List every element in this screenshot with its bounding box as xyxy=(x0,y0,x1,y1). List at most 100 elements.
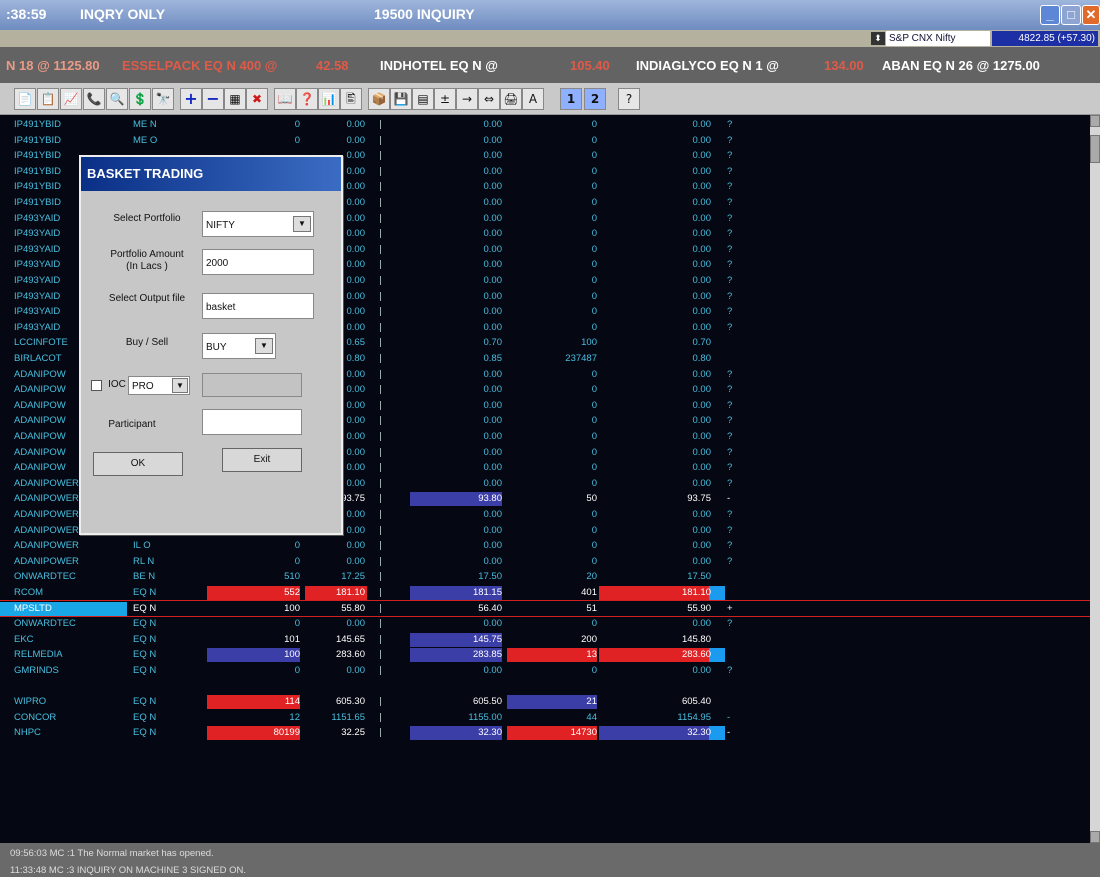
cell-ltp: 0.00 xyxy=(692,555,712,567)
ioc-checkbox[interactable] xyxy=(91,380,102,391)
column-separator xyxy=(380,369,381,379)
minimize-button[interactable]: _ xyxy=(1040,5,1060,25)
chevron-down-icon[interactable]: ▼ xyxy=(172,378,188,393)
cell-ltp: 0.00 xyxy=(692,228,712,240)
save-icon[interactable]: 💾 xyxy=(390,88,412,110)
cell-name: IP493YAID xyxy=(14,259,61,271)
scroll-down-button[interactable] xyxy=(1090,831,1100,843)
print-icon[interactable]: 🖨 xyxy=(500,88,522,110)
cell-ltp: 145.80 xyxy=(681,633,711,645)
mode-label: INQRY ONLY xyxy=(80,6,166,22)
cell-sq: 0 xyxy=(591,321,597,333)
participant-input[interactable] xyxy=(202,409,302,435)
index-spinner-icon[interactable]: ⬍ xyxy=(871,32,885,45)
table-row[interactable]: CONCOR EQ N 12 1151.65 1155.00 44 1154.95 - xyxy=(0,710,1090,725)
column-separator xyxy=(380,120,381,129)
cell-highlight xyxy=(709,586,725,600)
chevron-down-icon[interactable]: ▼ xyxy=(255,338,273,354)
sell-icon[interactable]: − xyxy=(202,88,224,110)
cell-name: ADANIPOW xyxy=(14,399,66,411)
cell-sp: 0.00 xyxy=(483,368,503,380)
book-icon[interactable]: 📖 xyxy=(274,88,296,110)
help-query-icon[interactable]: ❓ xyxy=(296,88,318,110)
cell-ltp: 0.00 xyxy=(692,134,712,146)
close-button[interactable]: ✕ xyxy=(1082,5,1100,25)
cell-name: WIPRO xyxy=(14,696,47,708)
column-separator xyxy=(380,416,381,426)
cell-sp: 56.40 xyxy=(478,602,502,614)
chart-icon[interactable]: 📈 xyxy=(60,88,82,110)
cell-sp: 0.00 xyxy=(483,321,503,333)
column-separator xyxy=(380,525,381,535)
buy-icon[interactable]: + xyxy=(180,88,202,110)
help-icon[interactable]: ? xyxy=(618,88,640,110)
maximize-button[interactable]: □ xyxy=(1061,5,1081,25)
cell-qty: 80199 xyxy=(273,727,300,739)
table-row[interactable]: ADANIPOWER IL O 0 0.00 0.00 0 0.00? xyxy=(0,538,1090,553)
table-row[interactable]: IP491YBID ME N 0 0.00 0.00 0 0.00? xyxy=(0,117,1090,132)
table-row[interactable]: ONWARDTEC BE N 510 17.25 17.50 20 17.50 xyxy=(0,569,1090,584)
cell-ltp: 0.80 xyxy=(692,353,712,364)
column-separator xyxy=(380,572,381,582)
exit-button[interactable]: Exit xyxy=(222,448,302,472)
cell-bp: 1151.65 xyxy=(331,711,365,723)
column-separator xyxy=(380,307,381,317)
index-name[interactable]: S&P CNX Nifty xyxy=(886,31,990,46)
price-icon[interactable]: 💲 xyxy=(129,88,151,110)
column-separator xyxy=(380,291,381,301)
list-icon[interactable]: ▤ xyxy=(412,88,434,110)
cell-flag: ? xyxy=(727,228,733,240)
cell-flag: ? xyxy=(727,384,733,396)
table-row[interactable]: WIPRO EQ N 114 605.30 605.50 21 605.40 xyxy=(0,694,1090,710)
new-icon[interactable]: 📄 xyxy=(14,88,36,110)
window-1-button[interactable]: 1 xyxy=(560,88,582,110)
search-icon[interactable]: 🔍 xyxy=(106,88,128,110)
buy-sell-label: Buy / Sell xyxy=(125,337,169,348)
transfer-icon[interactable]: ⇔ xyxy=(478,88,500,110)
chevron-down-icon[interactable]: ▼ xyxy=(293,216,311,232)
stats-icon[interactable]: 📊 xyxy=(318,88,340,110)
basket-icon[interactable]: 📦 xyxy=(368,88,390,110)
column-separator xyxy=(380,354,381,363)
cell-ltp: 0.00 xyxy=(692,306,712,318)
vertical-scrollbar[interactable] xyxy=(1090,115,1100,843)
grid-icon[interactable]: ▦ xyxy=(224,88,246,110)
cell-qty: 114 xyxy=(284,696,300,708)
table-row[interactable]: MPSLTD EQ N 100 55.80 56.40 51 55.90 + xyxy=(0,599,1091,617)
arrow-icon[interactable]: → xyxy=(456,88,478,110)
table-row[interactable]: GMRINDS EQ N 0 0.00 0.00 0 0.00? xyxy=(0,663,1090,678)
portfolio-amount-input[interactable]: 2000 xyxy=(202,249,314,275)
table-row[interactable]: ADANIPOWER RL N 0 0.00 0.00 0 0.00? xyxy=(0,554,1090,569)
cell-series: IL O xyxy=(133,540,151,552)
cell-sp: 0.00 xyxy=(483,399,503,411)
table-row[interactable]: EKC EQ N 101 145.65 145.75 200 145.80 xyxy=(0,632,1090,647)
cell-sp: 145.75 xyxy=(472,633,502,645)
ok-button[interactable]: OK xyxy=(93,452,183,476)
output-file-input[interactable]: basket xyxy=(202,293,314,319)
table-row[interactable]: NHPC EQ N 80199 32.25 32.30 14730 32.30 - xyxy=(0,725,1090,741)
cell-sp: 0.00 xyxy=(483,134,503,146)
cell-sq: 100 xyxy=(581,337,597,349)
scroll-thumb[interactable] xyxy=(1090,135,1100,163)
table-row[interactable]: IP491YBID ME O 0 0.00 0.00 0 0.00? xyxy=(0,133,1090,148)
font-icon[interactable]: A xyxy=(522,88,544,110)
portfolio-value: NIFTY xyxy=(206,220,235,231)
phone-icon[interactable]: 📞 xyxy=(83,88,105,110)
cell-sp: 0.00 xyxy=(483,290,503,302)
cell-ltp: 17.50 xyxy=(687,571,711,583)
cell-name: CONCOR xyxy=(14,711,57,723)
plus-minus-icon[interactable]: ± xyxy=(434,88,456,110)
table-row[interactable]: RELMEDIA EQ N 100 283.60 283.85 13 283.60 xyxy=(0,647,1090,663)
copy-icon[interactable]: 📋 xyxy=(37,88,59,110)
table-row[interactable]: RCOM EQ N 552 181.10 181.15 401 181.10 xyxy=(0,585,1090,600)
cell-ltp: 0.00 xyxy=(692,197,712,208)
table-row[interactable]: ONWARDTEC EQ N 0 0.00 0.00 0 0.00? xyxy=(0,616,1090,631)
report-icon[interactable]: 🖺 xyxy=(340,88,362,110)
window-2-button[interactable]: 2 xyxy=(584,88,606,110)
cell-ltp: 1154.95 xyxy=(677,711,711,723)
cell-name: ADANIPOW xyxy=(14,431,66,442)
cancel-icon[interactable]: ✖ xyxy=(246,88,268,110)
binoculars-icon[interactable]: 🔭 xyxy=(152,88,174,110)
scroll-up-button[interactable] xyxy=(1090,115,1100,127)
table-row[interactable] xyxy=(0,679,1090,694)
